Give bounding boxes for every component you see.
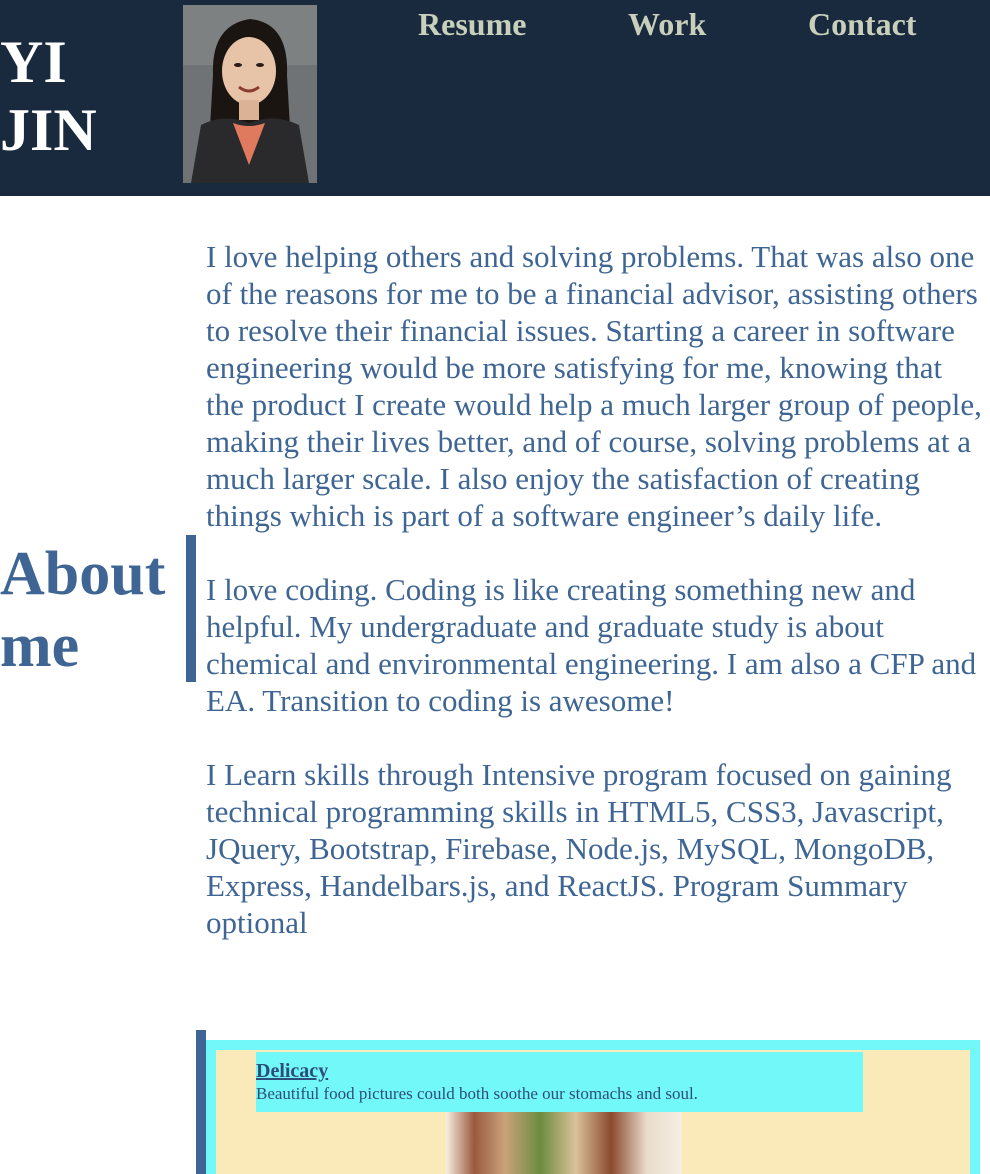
project-title-link[interactable]: Delicacy — [256, 1060, 328, 1083]
project-accent-bar — [196, 1030, 206, 1174]
brand-last-name: JIN — [0, 97, 97, 163]
project-description: Beautiful food pictures could both sooth… — [256, 1084, 698, 1103]
main-nav: Resume Work Contact — [0, 4, 990, 44]
about-bio: I love helping others and solving proble… — [206, 238, 984, 978]
project-info-box: Delicacy Beautiful food pictures could b… — [256, 1052, 863, 1112]
bio-paragraph: I love helping others and solving proble… — [206, 239, 982, 533]
nav-contact-link[interactable]: Contact — [808, 4, 916, 44]
about-heading: About me — [0, 538, 185, 682]
bio-paragraph: I love coding. Coding is like creating s… — [206, 572, 977, 718]
nav-resume-link[interactable]: Resume — [418, 4, 526, 44]
about-heading-line2: me — [0, 612, 80, 680]
food-photo[interactable] — [446, 1112, 682, 1174]
bio-paragraph: I Learn skills through Intensive program… — [206, 757, 952, 940]
site-header: YI JIN Resume Work Contact — [0, 0, 990, 196]
about-accent-bar — [186, 535, 196, 682]
nav-work-link[interactable]: Work — [628, 4, 706, 44]
site-brand-name[interactable]: YI JIN — [0, 28, 150, 164]
about-heading-line1: About — [0, 540, 166, 608]
